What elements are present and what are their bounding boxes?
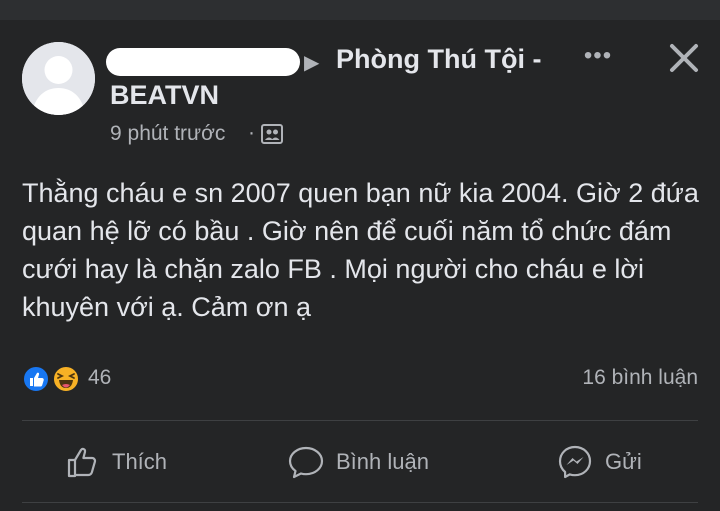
divider (22, 420, 698, 421)
comment-button[interactable]: Bình luận (288, 440, 429, 484)
reaction-count: 46 (88, 366, 112, 389)
haha-reaction-icon (52, 365, 80, 393)
messenger-icon (558, 445, 592, 479)
like-reaction-icon (22, 365, 50, 393)
avatar[interactable] (22, 42, 95, 115)
thumbs-up-icon (67, 447, 97, 478)
group-audience-icon[interactable] (261, 124, 283, 144)
group-name-continued[interactable]: BEATVN (110, 80, 219, 111)
like-button[interactable]: Thích (66, 440, 167, 484)
post-timestamp[interactable]: 9 phút trước (110, 122, 225, 146)
divider (22, 502, 698, 503)
top-strip (0, 0, 720, 20)
group-name[interactable]: Phòng Thú Tội - (336, 44, 541, 75)
more-options-icon[interactable]: ••• (580, 42, 616, 72)
close-icon[interactable] (664, 38, 704, 78)
separator-dot: · (248, 121, 255, 144)
comment-count[interactable]: 16 bình luận (582, 366, 698, 390)
arrow-right-icon: ▶ (304, 52, 320, 74)
post-card: ▶ Phòng Thú Tội - BEATVN ••• 9 phút trướ… (0, 20, 720, 511)
post-body-text: Thằng cháu e sn 2007 quen bạn nữ kia 200… (22, 178, 699, 322)
like-label: Thích (112, 449, 168, 474)
comment-label: Bình luận (336, 449, 429, 474)
send-button[interactable]: Gửi (557, 440, 642, 484)
default-avatar-icon (22, 42, 95, 115)
comment-bubble-icon (288, 446, 324, 479)
send-label: Gửi (605, 449, 642, 474)
redacted-author-name (106, 48, 300, 76)
